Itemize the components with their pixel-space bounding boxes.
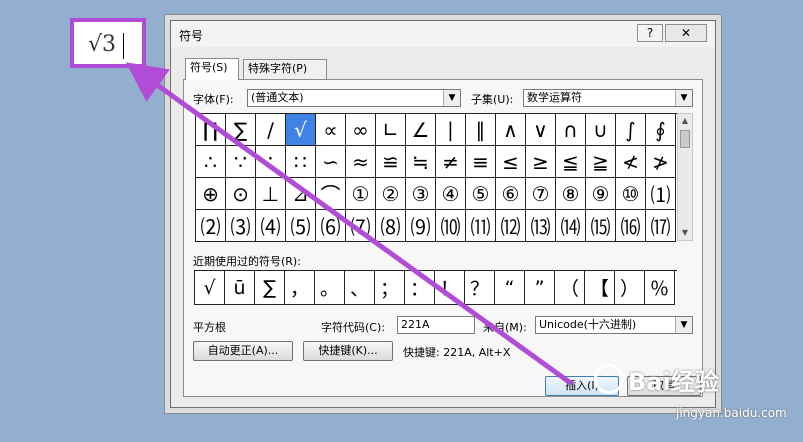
arrow-line: [125, 62, 574, 387]
watermark-brand: Bai经验: [628, 368, 719, 396]
tab-symbols[interactable]: 符号(S): [185, 58, 239, 80]
watermark-url: jingyan.baidu.com: [676, 406, 787, 420]
watermark: Bai经验 jingyan.baidu.com: [594, 362, 787, 420]
paw-logo-icon: [594, 364, 624, 394]
